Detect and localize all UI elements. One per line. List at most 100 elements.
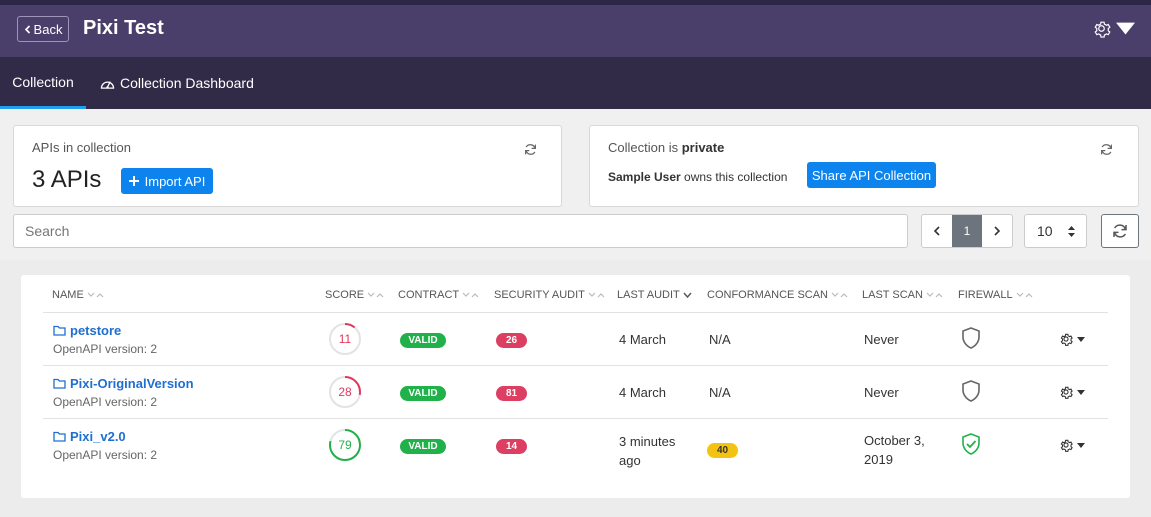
sort-icon — [1016, 292, 1033, 298]
gear-icon — [1094, 21, 1111, 38]
apis-summary-card: APIs in collection 3 APIs Import API — [13, 125, 562, 207]
tab-collection-dashboard[interactable]: Collection Dashboard — [100, 57, 254, 109]
sort-icon — [367, 292, 384, 298]
import-api-button[interactable]: Import API — [121, 168, 213, 194]
search-input[interactable] — [13, 214, 908, 248]
apis-label: APIs in collection — [32, 140, 131, 155]
col-label: SCORE — [325, 289, 365, 301]
tab-bar: Collection Collection Dashboard — [0, 57, 1151, 109]
share-label: Share API Collection — [811, 167, 932, 183]
api-name: Pixi-OriginalVersion — [70, 376, 194, 391]
prev-page-button[interactable] — [922, 215, 952, 247]
last-scan-value: Never — [864, 385, 899, 400]
settings-menu-button[interactable] — [1092, 19, 1135, 38]
col-header-firewall[interactable]: FIREWALL — [958, 289, 1033, 301]
security-audit-badge: 14 — [496, 439, 527, 454]
sort-icon — [462, 292, 479, 298]
col-header-contract[interactable]: CONTRACT — [398, 289, 479, 301]
per-page-select[interactable]: 10 — [1024, 214, 1087, 248]
caret-down-icon — [1077, 389, 1085, 395]
col-header-conformance-scan[interactable]: CONFORMANCE SCAN — [707, 289, 848, 301]
col-header-score[interactable]: SCORE — [325, 289, 384, 301]
api-version: OpenAPI version: 2 — [53, 448, 158, 462]
row-divider — [43, 365, 1108, 366]
privacy-status: Collection is private — [608, 140, 724, 155]
last-audit-value: 4 March — [619, 332, 666, 347]
col-label: NAME — [52, 289, 84, 301]
top-bar: Back Pixi Test — [0, 0, 1151, 57]
row-settings-button[interactable] — [1059, 385, 1085, 399]
folder-icon — [53, 431, 66, 442]
caret-down-icon — [1116, 22, 1135, 35]
sort-icon — [588, 292, 605, 298]
security-audit-badge: 26 — [496, 333, 527, 348]
plus-icon — [128, 176, 139, 186]
refresh-icon[interactable] — [524, 143, 537, 156]
last-scan-value: Never — [864, 332, 899, 347]
score-ring: 28 — [328, 375, 362, 409]
tab-collection[interactable]: Collection — [0, 57, 86, 109]
last-audit-value: 4 March — [619, 385, 666, 400]
gear-icon — [1060, 386, 1073, 399]
sort-icon — [87, 292, 104, 298]
score-value: 79 — [338, 438, 352, 452]
shield-check-icon — [962, 433, 980, 455]
sort-icon — [831, 292, 848, 298]
col-label: LAST AUDIT — [617, 289, 680, 301]
shield-outline-icon — [962, 380, 980, 402]
api-name-link[interactable]: Pixi_v2.0 — [53, 429, 126, 444]
share-collection-button[interactable]: Share API Collection — [807, 162, 936, 188]
conformance-badge: 40 — [707, 443, 738, 458]
score-value: 11 — [338, 332, 352, 346]
sort-arrows-icon — [1068, 225, 1075, 237]
api-table: NAME SCORE CONTRACT SECURITY AUDIT LAST … — [21, 275, 1130, 498]
refresh-list-button[interactable] — [1101, 214, 1139, 248]
caret-down-icon — [1077, 336, 1085, 342]
owner-name: Sample User — [608, 170, 681, 184]
refresh-icon — [1113, 224, 1127, 238]
col-label: CONFORMANCE SCAN — [707, 289, 829, 301]
current-page-button[interactable]: 1 — [952, 215, 982, 247]
row-divider — [43, 312, 1108, 313]
api-name-link[interactable]: Pixi-OriginalVersion — [53, 376, 194, 391]
row-settings-button[interactable] — [1059, 438, 1085, 452]
col-header-last-scan[interactable]: LAST SCAN — [862, 289, 943, 301]
per-page-value: 10 — [1037, 223, 1053, 239]
api-version: OpenAPI version: 2 — [53, 395, 158, 409]
privacy-value: private — [681, 140, 725, 155]
api-version: OpenAPI version: 2 — [53, 342, 158, 356]
col-header-last-audit[interactable]: LAST AUDIT — [617, 289, 692, 301]
row-settings-button[interactable] — [1059, 332, 1085, 346]
contract-badge: VALID — [400, 333, 446, 348]
score-value: 28 — [338, 385, 352, 399]
col-header-security-audit[interactable]: SECURITY AUDIT — [494, 289, 605, 301]
privacy-prefix: Collection is — [608, 140, 679, 155]
shield-outline-icon — [962, 327, 980, 349]
chevron-left-icon — [934, 226, 940, 236]
back-label: Back — [33, 21, 63, 37]
next-page-button[interactable] — [982, 215, 1012, 247]
privacy-card: Collection is private Sample User owns t… — [589, 125, 1139, 207]
back-button[interactable]: Back — [17, 16, 69, 42]
api-name: petstore — [70, 323, 122, 338]
gear-icon — [1060, 333, 1073, 346]
chevron-right-icon — [994, 226, 1000, 236]
col-label: CONTRACT — [398, 289, 460, 301]
refresh-icon[interactable] — [1100, 143, 1113, 156]
page-title: Pixi Test — [83, 17, 164, 39]
apis-count: 3 APIs — [32, 166, 102, 193]
folder-icon — [53, 325, 66, 336]
gear-icon — [1060, 439, 1073, 452]
row-divider — [43, 418, 1108, 419]
last-scan-value: October 3, 2019 — [864, 433, 925, 467]
api-name: Pixi_v2.0 — [70, 429, 126, 444]
dashboard-icon — [100, 80, 115, 89]
col-header-name[interactable]: NAME — [52, 289, 104, 301]
score-ring: 11 — [328, 322, 362, 356]
contract-badge: VALID — [400, 439, 446, 454]
col-label: SECURITY AUDIT — [494, 289, 585, 301]
api-name-link[interactable]: petstore — [53, 323, 121, 338]
import-api-label: Import API — [144, 173, 206, 189]
last-audit-value: 3 minutes ago — [619, 434, 676, 468]
tab-collection-label: Collection — [12, 73, 74, 90]
